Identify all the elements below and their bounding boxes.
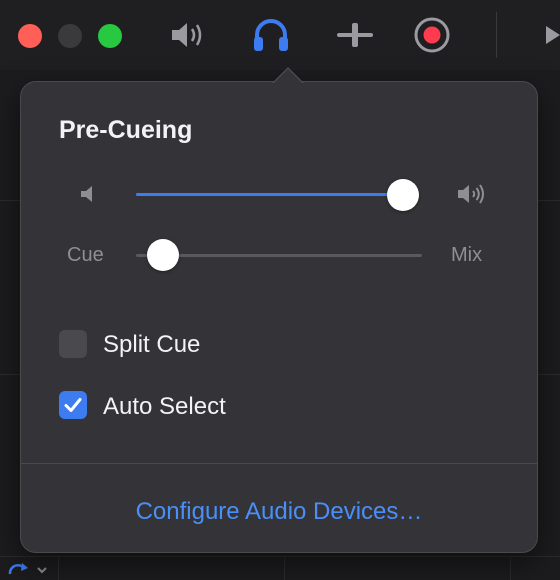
popover-arrow-fill	[273, 69, 303, 84]
configure-audio-devices-link[interactable]: Configure Audio Devices…	[21, 498, 537, 526]
bg-divider	[0, 556, 560, 557]
toolbar	[0, 0, 560, 70]
minimize-window-button[interactable]	[58, 24, 82, 48]
toolbar-separator	[496, 12, 497, 58]
crossfader-icon[interactable]	[335, 15, 375, 55]
speaker-icon[interactable]	[168, 15, 208, 55]
bg-divider	[0, 374, 20, 375]
popover-divider	[21, 463, 537, 464]
close-window-button[interactable]	[18, 24, 42, 48]
play-icon[interactable]	[540, 15, 560, 55]
split-cue-label[interactable]: Split Cue	[103, 331, 200, 359]
volume-slider-fill	[136, 193, 398, 196]
volume-slider-knob[interactable]	[387, 179, 420, 211]
volume-low-icon	[79, 184, 97, 209]
bg-divider	[284, 556, 285, 580]
redo-icon[interactable]	[4, 558, 50, 580]
auto-select-checkbox[interactable]	[59, 391, 87, 419]
pre-cueing-popover: Pre-Cueing Cue Mix Split Cue Auto Select…	[20, 67, 538, 553]
bg-divider	[538, 200, 560, 201]
bg-divider	[510, 556, 511, 580]
bg-divider	[58, 556, 59, 580]
app-window: Pre-Cueing Cue Mix Split Cue Auto Select…	[0, 0, 560, 580]
auto-select-label[interactable]: Auto Select	[103, 393, 226, 421]
bg-divider	[0, 200, 20, 201]
popover-title: Pre-Cueing	[59, 116, 193, 144]
volume-slider[interactable]	[136, 193, 408, 196]
bg-divider	[538, 374, 560, 375]
split-cue-checkbox[interactable]	[59, 330, 87, 358]
checkmark-icon	[64, 398, 82, 412]
record-icon[interactable]	[412, 15, 452, 55]
cue-mix-slider-knob[interactable]	[147, 239, 180, 271]
headphones-icon[interactable]	[251, 15, 291, 55]
maximize-window-button[interactable]	[98, 24, 122, 48]
volume-high-icon	[456, 182, 486, 211]
cue-label: Cue	[67, 244, 104, 266]
mix-label: Mix	[451, 244, 483, 266]
